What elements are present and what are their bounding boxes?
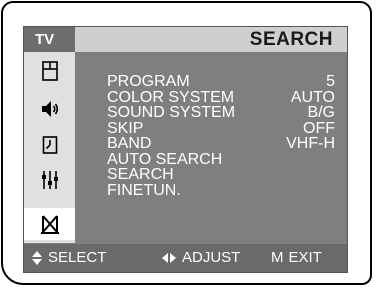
menu-item-label: SKIP [107, 119, 144, 137]
channel-search-icon [40, 215, 59, 234]
menu-item-label: SOUND SYSTEM [107, 104, 236, 121]
adjust-hint: ADJUST [162, 244, 240, 272]
menu-item-label: PROGRAM [107, 73, 190, 90]
up-down-arrows-icon [32, 251, 42, 265]
exit-key: M [271, 249, 284, 266]
select-hint: SELECT [32, 244, 106, 272]
menu-sidebar [24, 52, 75, 243]
exit-label: EXIT [288, 249, 322, 266]
menu-item-value: B/G [307, 104, 335, 121]
page-title: SEARCH [249, 29, 333, 50]
picture-icon [41, 61, 58, 81]
adjust-label: ADJUST [182, 249, 241, 266]
select-label: SELECT [48, 249, 107, 266]
sidebar-item-channel[interactable] [24, 208, 75, 240]
menu-item-band[interactable]: BAND VHF-H [107, 136, 335, 152]
exit-hint: M EXIT [271, 244, 322, 272]
title-bar: TV SEARCH [24, 27, 347, 52]
clock-icon [42, 136, 57, 154]
menu-item-skip[interactable]: SKIP OFF [107, 119, 335, 137]
left-right-arrows-icon [162, 253, 176, 263]
menu-item-value: OFF [303, 119, 335, 137]
sidebar-item-picture[interactable] [24, 55, 75, 87]
menu-item-search[interactable]: SEARCH [107, 167, 335, 183]
tv-badge: TV [24, 27, 75, 52]
menu-item-finetune[interactable]: FINETUN. [107, 181, 335, 199]
menu-item-label: SEARCH [107, 166, 174, 183]
function-icon [41, 171, 58, 189]
sidebar-item-time[interactable] [24, 129, 75, 161]
menu-item-auto-search[interactable]: AUTO SEARCH [107, 150, 335, 168]
menu-item-program[interactable]: PROGRAM 5 [107, 74, 335, 90]
menu-item-value: 5 [326, 73, 335, 90]
menu-item-label: FINETUN. [107, 181, 181, 199]
menu-item-label: AUTO SEARCH [107, 150, 223, 168]
menu-item-label: COLOR SYSTEM [107, 88, 235, 106]
menu-item-color-system[interactable]: COLOR SYSTEM AUTO [107, 88, 335, 106]
menu-item-sound-system[interactable]: SOUND SYSTEM B/G [107, 105, 335, 121]
sidebar-item-function[interactable] [24, 164, 75, 196]
sidebar-item-sound[interactable] [24, 93, 75, 125]
sound-icon [41, 101, 58, 117]
osd-screen: TV SEARCH PROGRAM 5 COLOR SYSTEM AUTO SO… [23, 26, 348, 273]
key-hint-bar: SELECT ADJUST M EXIT [24, 244, 347, 272]
menu-item-value: AUTO [290, 88, 335, 106]
menu-item-value: VHF-H [286, 135, 335, 152]
search-menu: PROGRAM 5 COLOR SYSTEM AUTO SOUND SYSTEM… [107, 74, 335, 198]
menu-item-label: BAND [107, 135, 152, 152]
